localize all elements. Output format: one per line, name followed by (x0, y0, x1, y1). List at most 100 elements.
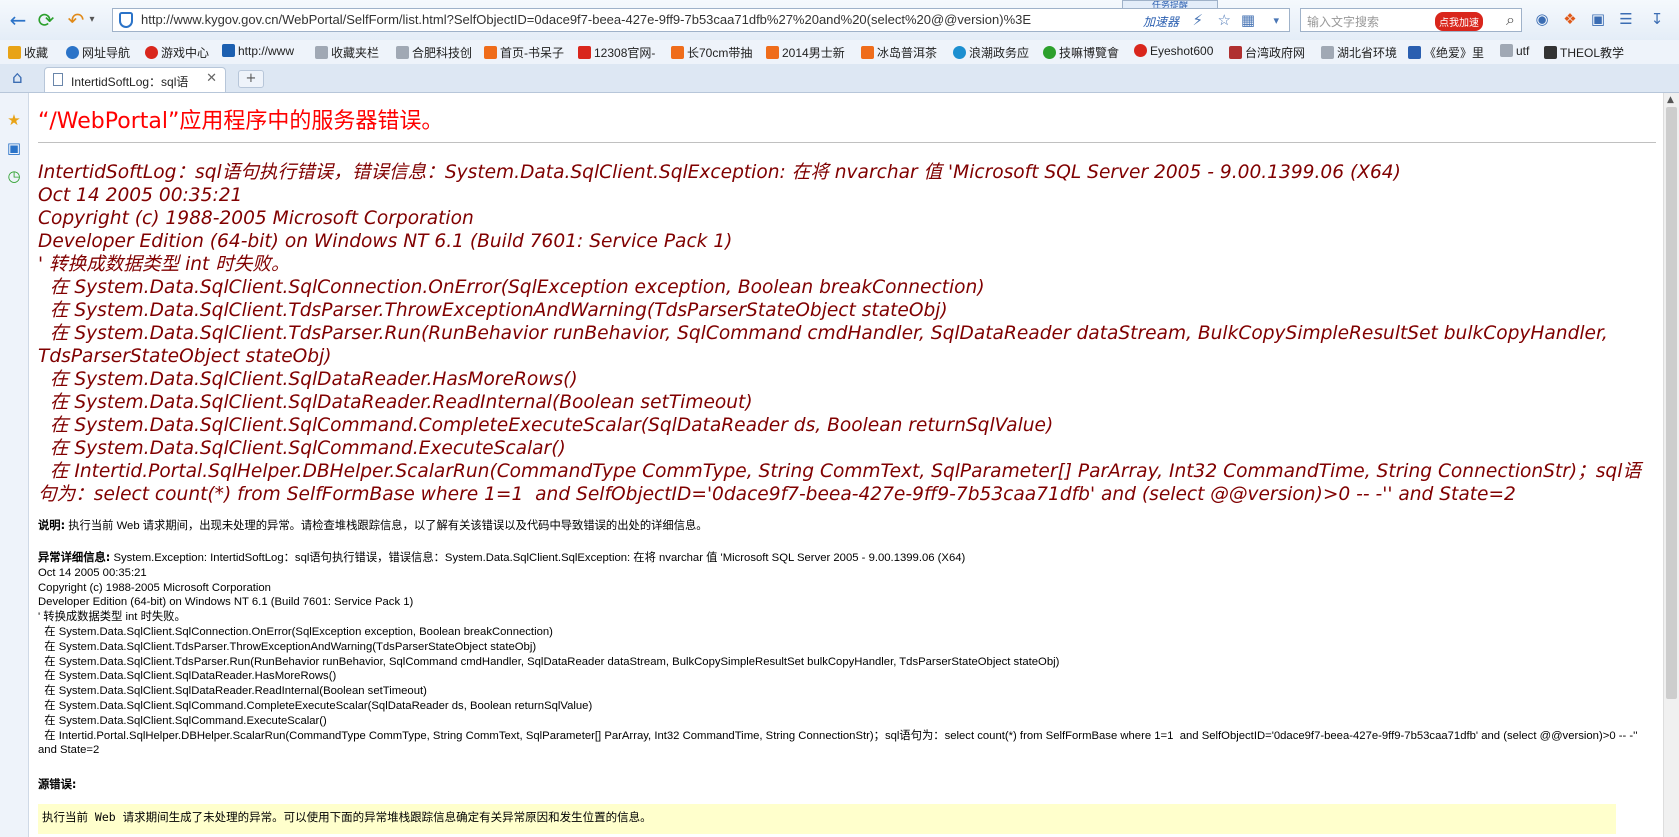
folder-icon (315, 46, 328, 59)
address-dropdown-icon[interactable]: ▾ (1273, 14, 1279, 27)
security-shield-icon (119, 12, 133, 28)
browser-logo-icon[interactable]: ◉ (1533, 10, 1551, 28)
undo-icon[interactable]: ↶ (64, 8, 88, 32)
scrollbar-thumb[interactable] (1666, 107, 1677, 699)
error-line: 在 System.Data.SqlClient.SqlDataReader.Re… (38, 392, 753, 413)
error-line: IntertidSoftLog：sql语句执行错误，错误信息：System.Da… (38, 162, 1401, 183)
search-box[interactable]: 输入文字搜索 点我加速 ⌕ (1300, 8, 1522, 32)
taobao-icon (484, 46, 497, 59)
error-line: 在 System.Data.SqlClient.TdsParser.Run(Ru… (38, 323, 1614, 367)
star-icon (8, 46, 21, 59)
exception-line: 在 System.Data.SqlClient.SqlCommand.Compl… (38, 699, 593, 712)
history-dropdown-icon[interactable]: ▾ (86, 8, 98, 32)
bookmark-item[interactable]: 首页-书呆子 (484, 44, 564, 61)
source-error-label: 源错误: (38, 778, 77, 791)
browser-toolbar: ← ⟳ ↶ ▾ 任务提醒 http://www.kygov.gov.cn/Web… (0, 0, 1679, 41)
theol-icon (1544, 46, 1557, 59)
side-panel: ★ ▣ ◷ (0, 93, 29, 837)
exception-line: Copyright (c) 1988-2005 Microsoft Corpor… (38, 581, 271, 594)
window-icon[interactable]: ▣ (1589, 10, 1607, 28)
bookmark-item[interactable]: 冰岛普洱茶 (861, 44, 937, 61)
bookmark-item[interactable]: 网址导航 (66, 44, 130, 61)
taobao-icon (671, 46, 684, 59)
exception-line: ' 转换成数据类型 int 时失败。 (38, 611, 186, 624)
bookmark-item[interactable]: 收藏 (8, 44, 48, 61)
error-message: IntertidSoftLog：sql语句执行错误，错误信息：System.Da… (38, 161, 1656, 506)
scroll-up-icon[interactable]: ▲ (1667, 95, 1674, 105)
source-error-box: 执行当前 Web 请求期间生成了未处理的异常。可以使用下面的异常堆栈跟踪信息确定… (38, 804, 1616, 834)
bookmark-item[interactable]: 长70cm带抽 (671, 44, 752, 61)
search-icon[interactable]: ⌕ (1506, 10, 1515, 30)
document-icon (53, 73, 63, 86)
bookmark-item[interactable]: Eyeshot600 (1134, 44, 1213, 58)
error-line: ' 转换成数据类型 int 时失败。 (38, 254, 290, 275)
exception-line: 在 System.Data.SqlClient.SqlDataReader.Re… (38, 685, 427, 698)
error-line: 在 Intertid.Portal.SqlHelper.DBHelper.Sca… (38, 461, 1641, 505)
divider (38, 142, 1656, 143)
error-line: Developer Edition (64-bit) on Windows NT… (38, 231, 733, 252)
error-line: Oct 14 2005 00:35:21 (38, 185, 243, 206)
exception-line: 在 System.Data.SqlClient.SqlDataReader.Ha… (38, 670, 337, 683)
circle-icon (1134, 44, 1147, 57)
source-error-text: 执行当前 Web 请求期间生成了未处理的异常。可以使用下面的异常堆栈跟踪信息确定… (42, 810, 652, 824)
page-icon (396, 46, 409, 59)
exception-line: 在 System.Data.SqlClient.SqlCommand.Execu… (38, 714, 327, 727)
tab-active[interactable]: IntertidSoftLog：sql语 ✕ (44, 67, 226, 92)
gift-icon[interactable]: ❖ (1561, 10, 1579, 28)
page-icon[interactable]: ▦ (1241, 11, 1255, 29)
star-icon[interactable]: ☆ (1218, 11, 1231, 29)
bookmark-item[interactable]: 2014男士新 (766, 44, 845, 61)
exception-details: 异常详细信息: System.Exception: IntertidSoftLo… (38, 551, 1638, 758)
error-line: Copyright (c) 1988-2005 Microsoft Corpor… (38, 208, 474, 229)
exception-line: 在 Intertid.Portal.SqlHelper.DBHelper.Sca… (38, 729, 1641, 757)
taobao-icon (766, 46, 779, 59)
description: 说明: 执行当前 Web 请求期间，出现未处理的异常。请检查堆栈跟踪信息，以了解… (38, 517, 708, 533)
bookmark-item[interactable]: 台湾政府网 (1229, 44, 1305, 61)
exception-label: 异常详细信息: (38, 551, 111, 564)
lightning-icon[interactable]: ⚡ (1192, 11, 1203, 29)
address-input[interactable]: http://www.kygov.gov.cn/WebPortal/SelfFo… (141, 12, 1151, 27)
tools-icon[interactable]: ☰ (1617, 10, 1635, 28)
bookmark-item[interactable]: utf (1500, 44, 1529, 58)
favorites-star-icon[interactable]: ★ (5, 111, 23, 129)
page-icon (1321, 46, 1334, 59)
error-line: 在 System.Data.SqlClient.SqlCommand.Compl… (38, 415, 1054, 436)
page-content: “/WebPortal”应用程序中的服务器错误。 IntertidSoftLog… (38, 93, 1656, 837)
bookmark-item[interactable]: THEOL教学 (1544, 44, 1624, 61)
page-icon (1500, 44, 1513, 57)
refresh-icon[interactable]: ⟳ (34, 8, 58, 32)
new-tab-button[interactable]: + (238, 70, 264, 88)
tv-icon (222, 44, 235, 57)
bookmark-item[interactable]: 《绝爱》里 (1408, 44, 1484, 61)
accelerator-button[interactable]: 加速器 (1143, 13, 1179, 30)
download-icon[interactable]: ↧ (1648, 10, 1666, 28)
error-line: 在 System.Data.SqlClient.SqlCommand.Execu… (38, 438, 566, 459)
bookmark-item[interactable]: 浪潮政务应 (953, 44, 1029, 61)
close-icon[interactable]: ✕ (206, 71, 217, 86)
error-line: 在 System.Data.SqlClient.TdsParser.ThrowE… (38, 300, 948, 321)
error-line: 在 System.Data.SqlClient.SqlConnection.On… (38, 277, 985, 298)
address-bar[interactable]: http://www.kygov.gov.cn/WebPortal/SelfFo… (112, 8, 1290, 32)
vertical-scrollbar[interactable]: ▲ (1663, 93, 1679, 837)
bookmark-item[interactable]: http://www (222, 44, 294, 58)
exception-line: 在 System.Data.SqlClient.TdsParser.Run(Ru… (38, 655, 1060, 668)
bookmark-item[interactable]: 12308官网- (578, 44, 655, 61)
bookmark-item[interactable]: 游戏中心 (145, 44, 209, 61)
bookmark-item[interactable]: 合肥科技创 (396, 44, 472, 61)
back-arrow-icon[interactable]: ← (6, 8, 30, 32)
taobao-icon (861, 46, 874, 59)
history-clock-icon[interactable]: ◷ (5, 167, 23, 185)
bookmarks-bar: 收藏 网址导航 游戏中心 http://www 收藏夹栏 合肥科技创 首页-书呆… (0, 40, 1679, 65)
reading-icon[interactable]: ▣ (5, 139, 23, 157)
speedup-badge[interactable]: 点我加速 (1435, 12, 1483, 31)
home-icon[interactable]: ⌂ (12, 68, 23, 88)
railway-icon (578, 46, 591, 59)
search-input[interactable]: 输入文字搜索 (1307, 13, 1379, 30)
exception-line: Oct 14 2005 00:35:21 (38, 566, 147, 579)
bookmark-item[interactable]: 技嘛博覽會 (1043, 44, 1119, 61)
error-line: 在 System.Data.SqlClient.SqlDataReader.Ha… (38, 369, 578, 390)
flag-icon (1229, 46, 1242, 59)
description-label: 说明: (38, 519, 66, 532)
bookmark-item[interactable]: 收藏夹栏 (315, 44, 379, 61)
bookmark-item[interactable]: 湖北省环境 (1321, 44, 1397, 61)
